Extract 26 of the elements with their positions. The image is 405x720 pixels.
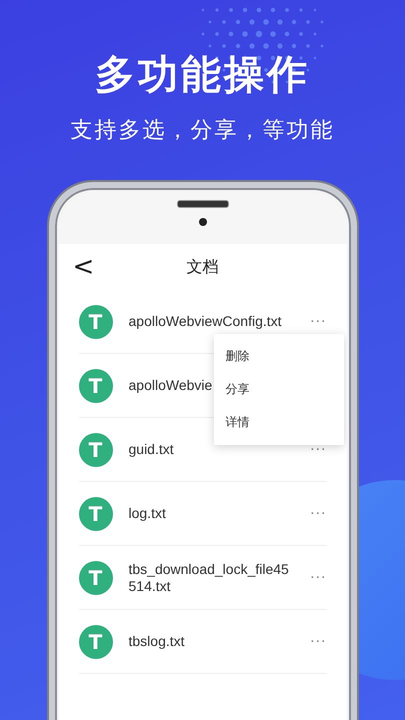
file-icon: T [78, 432, 112, 466]
file-icon: T [78, 560, 112, 594]
speaker-icon [176, 200, 228, 208]
screen-title: 文档 [186, 256, 218, 278]
more-button[interactable]: ··· [310, 314, 326, 330]
file-icon: T [78, 368, 112, 402]
menu-item[interactable]: 详情 [214, 406, 344, 439]
file-icon: T [78, 304, 112, 338]
file-name: apolloWebvie [128, 377, 212, 394]
file-icon: T [78, 496, 112, 530]
more-button[interactable]: ··· [310, 570, 326, 586]
more-button[interactable]: ··· [310, 634, 326, 650]
more-button[interactable]: ··· [310, 442, 326, 458]
camera-icon [198, 218, 206, 226]
headline: 多功能操作 [95, 51, 310, 100]
subtitle: 支持多选，分享，等功能 [70, 117, 334, 145]
file-name: tbs_download_lock_file45514.txt [128, 560, 290, 594]
menu-item[interactable]: 分享 [214, 373, 344, 406]
more-button[interactable]: ··· [310, 506, 326, 522]
file-name: guid.txt [128, 441, 174, 458]
menu-item[interactable]: 删除 [214, 340, 344, 373]
back-button[interactable]: < [72, 252, 94, 282]
file-name: apolloWebviewConfig.txt [128, 313, 282, 330]
file-name: tbslog.txt [128, 633, 185, 650]
file-icon: T [78, 624, 112, 658]
file-name: log.txt [128, 505, 166, 522]
